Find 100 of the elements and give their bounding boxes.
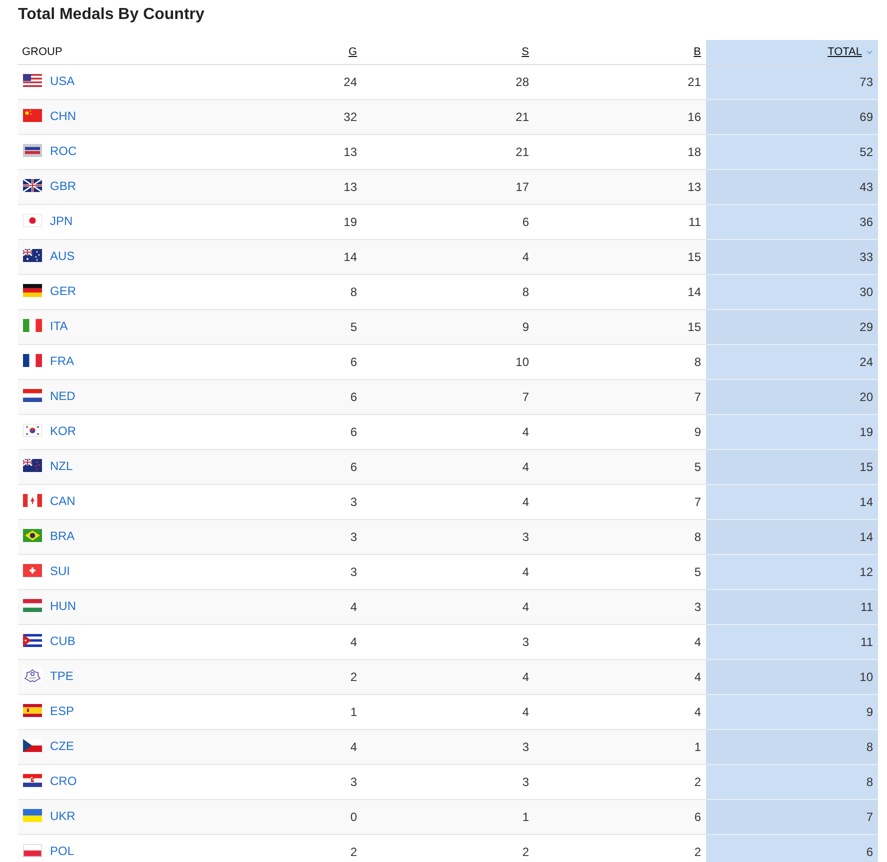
country-link[interactable]: NZL	[50, 458, 73, 473]
table-cell: 4	[350, 600, 357, 614]
country-link[interactable]: ESP	[50, 704, 74, 718]
sort-header-link[interactable]: B	[694, 46, 701, 58]
table-cell: 8	[522, 285, 529, 299]
table-cell: 2	[522, 845, 529, 859]
country-link[interactable]: SUI	[50, 564, 70, 578]
table-cell: 52	[860, 145, 873, 159]
flag-icon	[23, 354, 42, 368]
table-cell: 24	[344, 75, 357, 89]
table-cell: 18	[688, 145, 701, 159]
country-link[interactable]: CRO	[50, 774, 77, 788]
sort-header-link[interactable]: G	[348, 46, 357, 58]
country-link[interactable]: HUN	[50, 598, 76, 613]
table-cell: 1	[522, 810, 529, 824]
table-cell: 1	[350, 705, 357, 719]
table-cell: 19	[344, 215, 357, 229]
table-cell: 9	[866, 705, 873, 719]
country-link[interactable]: GBR	[50, 178, 76, 193]
table-cell: 28	[516, 75, 529, 89]
country-link[interactable]: CZE	[50, 738, 74, 753]
country-link[interactable]: CAN	[50, 494, 76, 508]
flag-icon	[23, 179, 42, 192]
flag-icon	[23, 669, 42, 682]
country-link[interactable]: JPN	[50, 214, 73, 228]
flag-icon	[23, 529, 42, 542]
flag-icon	[23, 459, 42, 472]
table-cell: 4	[350, 740, 357, 754]
table-cell: 4	[522, 565, 529, 579]
table-cell: 4	[522, 250, 529, 264]
table-cell: 30	[860, 285, 873, 299]
table-cell: 14	[860, 530, 873, 544]
table-cell: 17	[516, 180, 529, 194]
flag-icon	[23, 144, 42, 158]
table-cell: 33	[860, 250, 873, 264]
table-cell: 3	[350, 495, 357, 509]
flag-icon	[23, 564, 42, 578]
table-cell: 11	[688, 215, 701, 229]
country-link[interactable]: ITA	[50, 318, 68, 333]
table-cell: 5	[694, 565, 701, 579]
country-link[interactable]: UKR	[50, 808, 76, 823]
country-link[interactable]: USA	[50, 74, 75, 88]
table-cell: 20	[860, 390, 873, 404]
flag-icon	[23, 249, 42, 262]
table-cell: 3	[522, 635, 529, 649]
table-cell: 2	[694, 775, 701, 789]
flag-icon	[23, 809, 42, 822]
table-cell: 3	[522, 530, 529, 544]
table-cell: 14	[344, 250, 357, 264]
table-cell: 21	[688, 75, 701, 89]
table-cell: 3	[350, 565, 357, 579]
sort-header-link[interactable]: TOTAL	[828, 46, 862, 58]
column-header: GROUP	[22, 46, 62, 58]
country-link[interactable]: CUB	[50, 634, 76, 648]
table-cell: 4	[694, 635, 701, 649]
table-cell: 10	[860, 670, 873, 684]
country-link[interactable]: AUS	[50, 248, 75, 263]
table-cell: 0	[350, 810, 357, 824]
table-cell: 6	[522, 215, 529, 229]
sort-caret-icon	[866, 50, 873, 54]
table-cell: 69	[860, 110, 873, 124]
table-cell: 13	[344, 180, 357, 194]
table-cell: 21	[516, 110, 529, 124]
table-cell: 2	[350, 845, 357, 859]
table-cell: 2	[350, 670, 357, 684]
table-cell: 4	[522, 670, 529, 684]
table-cell: 10	[516, 355, 529, 369]
country-link[interactable]: GER	[50, 284, 76, 298]
table-cell: 8	[866, 740, 873, 754]
table-cell: 4	[522, 425, 529, 439]
country-link[interactable]: POL	[50, 844, 74, 858]
flag-icon	[23, 774, 42, 788]
table-cell: 73	[860, 75, 873, 89]
flag-icon	[23, 74, 42, 88]
table-cell: 6	[350, 355, 357, 369]
flag-icon	[23, 319, 42, 332]
table-cell: 3	[350, 530, 357, 544]
table-cell: 14	[860, 495, 873, 509]
table-cell: 6	[350, 390, 357, 404]
table-cell: 3	[350, 775, 357, 789]
country-link[interactable]: BRA	[50, 528, 75, 543]
country-link[interactable]: NED	[50, 388, 76, 403]
table-cell: 11	[860, 600, 873, 614]
table-cell: 19	[860, 425, 873, 439]
table-cell: 7	[866, 810, 873, 824]
table-cell: 4	[694, 670, 701, 684]
country-link[interactable]: CHN	[50, 108, 76, 123]
table-cell: 1	[694, 740, 701, 754]
table-cell: 11	[860, 635, 873, 649]
table-cell: 32	[344, 110, 357, 124]
table-cell: 4	[522, 460, 529, 474]
table-cell: 14	[688, 285, 701, 299]
country-link[interactable]: ROC	[50, 144, 77, 158]
sort-header-link[interactable]: S	[522, 46, 529, 58]
table-cell: 8	[694, 530, 701, 544]
table-cell: 16	[688, 110, 701, 124]
table-cell: 3	[522, 775, 529, 789]
country-link[interactable]: TPE	[50, 668, 74, 683]
country-link[interactable]: FRA	[50, 354, 74, 368]
country-link[interactable]: KOR	[50, 424, 76, 438]
